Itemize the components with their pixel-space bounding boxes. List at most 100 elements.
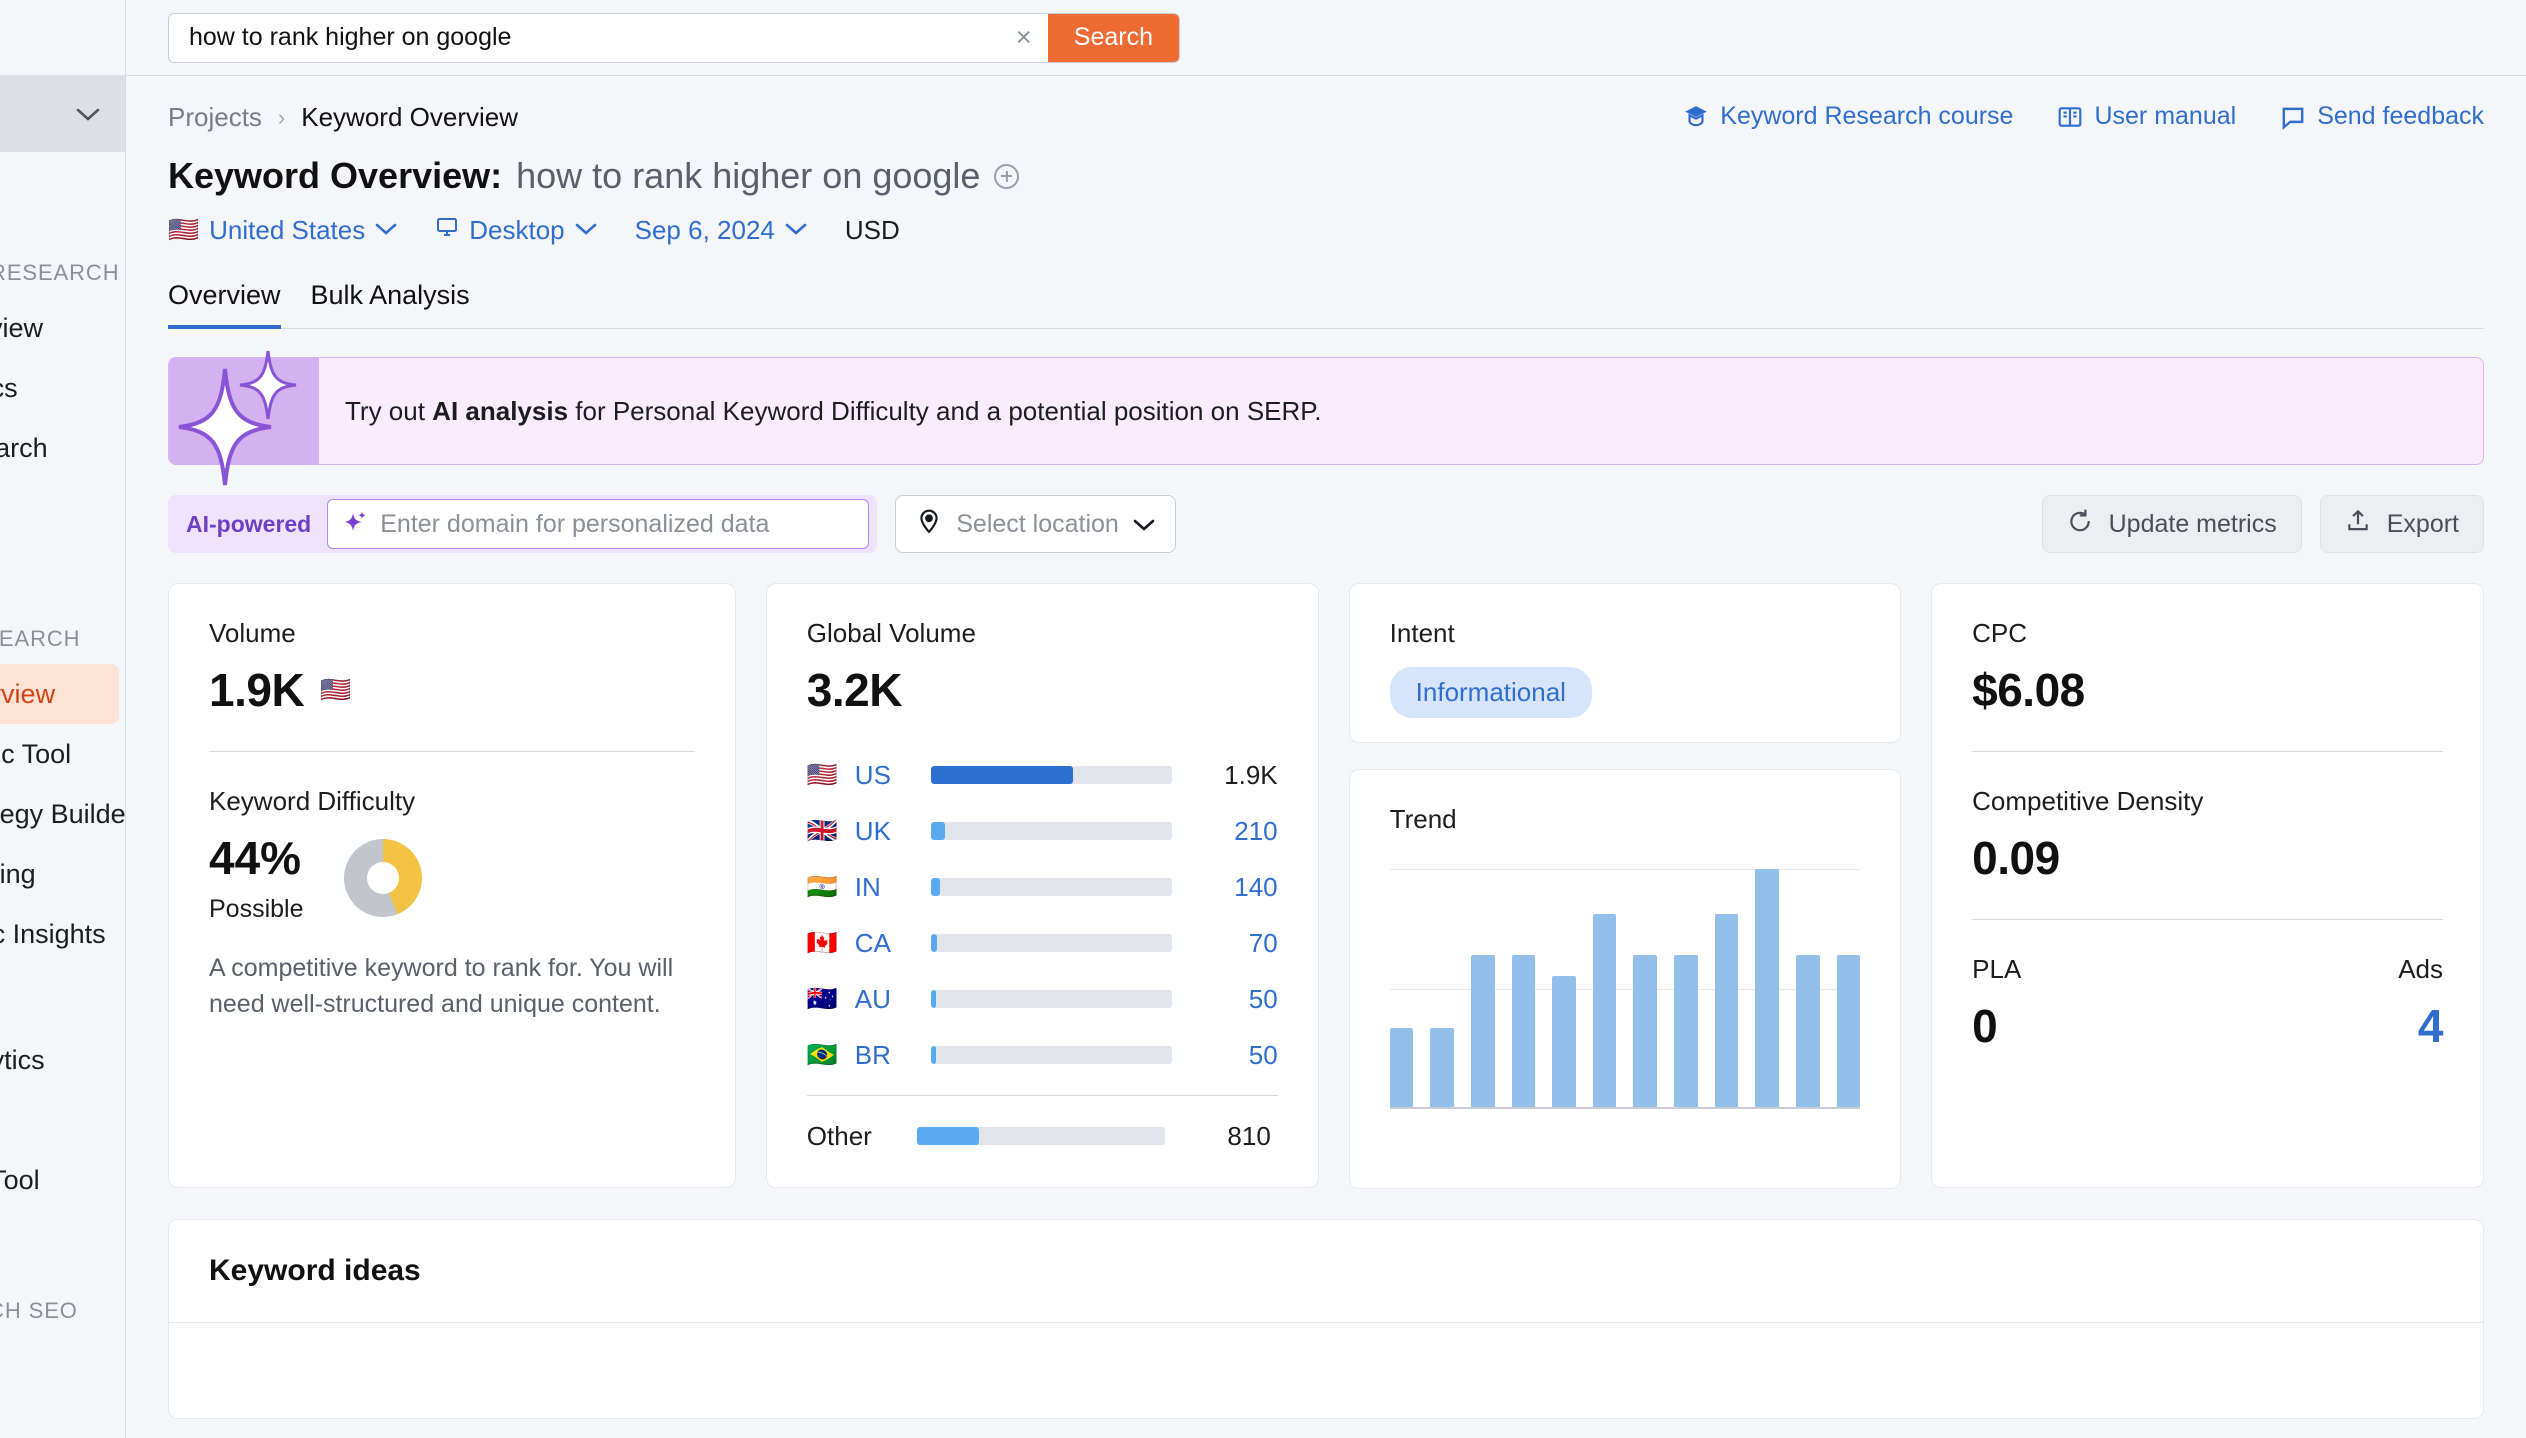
keyword-difficulty-state: Possible xyxy=(209,895,304,923)
chevron-down-icon xyxy=(75,101,101,127)
trend-bar xyxy=(1674,954,1698,1107)
us-flag-icon: 🇺🇸 xyxy=(320,675,352,704)
global-volume-row: 🇦🇺 AU 50 xyxy=(807,971,1278,1027)
user-manual-link[interactable]: User manual xyxy=(2057,102,2236,131)
ads-value[interactable]: 4 xyxy=(2398,999,2444,1053)
project-selector[interactable]: Select project xyxy=(0,76,125,152)
divider xyxy=(806,1095,1278,1096)
sidebar-item-keyword-magic-tool[interactable]: Keyword Magic Tool xyxy=(0,724,119,784)
search-box[interactable]: × Search xyxy=(168,12,1180,63)
country-volume-bar xyxy=(930,990,1172,1008)
country-flag-icon: 🇬🇧 xyxy=(806,816,838,845)
page-title: Keyword Overview: how to rank higher on … xyxy=(168,155,2484,197)
header-links: Keyword Research course User manual Send… xyxy=(1683,102,2484,131)
clear-search-icon[interactable]: × xyxy=(1000,22,1048,53)
update-metrics-button[interactable]: Update metrics xyxy=(2041,495,2302,553)
sidebar-item-keyword-strategy-builder[interactable]: Keyword Strategy Builder xyxy=(0,784,125,844)
tab-bulk-analysis[interactable]: Bulk Analysis xyxy=(311,280,470,329)
export-button[interactable]: Export xyxy=(2319,495,2484,553)
country-code-label[interactable]: IN xyxy=(855,872,917,903)
country-volume-value[interactable]: 50 xyxy=(1186,984,1278,1015)
breadcrumb: Projects › Keyword Overview xyxy=(168,102,518,133)
ai-analysis-banner[interactable]: Try out AI analysis for Personal Keyword… xyxy=(168,350,2484,486)
trend-label: Trend xyxy=(1389,804,1457,834)
sidebar-item-backlink-gap[interactable]: Backlink Gap xyxy=(0,538,119,598)
global-volume-value: 3.2K xyxy=(806,664,903,716)
sidebar-item-keyword-overview[interactable]: Keyword Overview xyxy=(0,664,119,724)
country-volume-value[interactable]: 70 xyxy=(1186,928,1278,959)
intent-trend-column: Intent Informational Trend xyxy=(1348,583,1902,1189)
breadcrumb-projects[interactable]: Projects xyxy=(168,102,262,133)
trend-bar xyxy=(1511,954,1536,1107)
sidebar-section-link-building: LINK BUILDING xyxy=(0,964,125,1030)
country-volume-value[interactable]: 50 xyxy=(1186,1040,1278,1071)
sidebar-item-domain-overview[interactable]: Domain Overview xyxy=(0,298,119,358)
country-flag-icon: 🇨🇦 xyxy=(806,928,838,957)
book-icon xyxy=(2057,104,2083,130)
country-flag-icon: 🇧🇷 xyxy=(806,1040,838,1069)
sparkle-icon xyxy=(344,510,368,539)
send-feedback-link[interactable]: Send feedback xyxy=(2280,102,2484,131)
date-filter[interactable]: Sep 6, 2024 xyxy=(635,215,807,246)
select-location-dropdown[interactable]: Select location xyxy=(895,495,1176,553)
global-volume-country-list: 🇺🇸 US 1.9K 🇬🇧 UK 210 🇮🇳 IN 140 🇨🇦 CA 70 🇦🇺 AU 50 🇧🇷 BR 50… xyxy=(806,747,1278,1164)
device-filter[interactable]: Desktop xyxy=(435,215,596,246)
sidebar-section-competitive-research: COMPETITIVE RESEARCH xyxy=(0,260,120,285)
country-volume-bar-fill xyxy=(930,766,1073,784)
ai-banner-text-after: for Personal Keyword Difficulty and a po… xyxy=(568,395,1322,426)
pla-label: PLA xyxy=(1972,954,2022,984)
keyword-difficulty-text: 44% Possible xyxy=(209,831,304,924)
domain-input[interactable]: Enter domain for personalized data xyxy=(327,499,870,549)
country-volume-bar-fill xyxy=(930,878,941,896)
keyword-research-course-link[interactable]: Keyword Research course xyxy=(1683,102,2013,131)
pla-value: 0 xyxy=(1972,1000,1998,1052)
sidebar-header: Projects xyxy=(0,0,125,76)
global-volume-other-row: Other 810 xyxy=(807,1108,1278,1164)
country-code-label[interactable]: BR xyxy=(855,1040,917,1071)
select-location-label: Select location xyxy=(956,509,1119,538)
ads-label: Ads xyxy=(2398,954,2443,984)
add-keyword-icon[interactable] xyxy=(994,163,1020,189)
country-code-label[interactable]: US xyxy=(855,760,917,791)
country-filter[interactable]: 🇺🇸 United States xyxy=(168,215,397,246)
sidebar-item-site-audit[interactable]: Site Audit xyxy=(0,1336,119,1396)
cpc-value: $6.08 xyxy=(1972,664,2085,716)
app-root: Projects Select project Dashboard COMPET… xyxy=(0,0,2526,1438)
global-volume-row: 🇬🇧 UK 210 xyxy=(807,803,1278,859)
trend-card: Trend xyxy=(1348,769,1902,1189)
export-label: Export xyxy=(2386,509,2459,538)
sidebar-item-traffic-analytics[interactable]: Traffic Analytics xyxy=(0,358,119,418)
graduation-cap-icon xyxy=(1683,104,1709,130)
country-volume-value[interactable]: 140 xyxy=(1186,872,1277,903)
sidebar-item-organic-traffic-insights[interactable]: Organic Traffic Insights xyxy=(0,904,119,964)
divider xyxy=(1972,919,2443,920)
trend-bars xyxy=(1389,869,1861,1107)
sidebar-item-label: Organic Traffic Insights xyxy=(0,918,106,949)
country-volume-value: 810 xyxy=(1227,1120,1271,1151)
ai-banner-text-bold: AI analysis xyxy=(432,395,569,426)
search-input[interactable] xyxy=(169,13,1000,62)
sidebar-item-label: Domain Overview xyxy=(0,312,44,343)
sidebar-item-bulk-analysis[interactable]: Bulk Analysis xyxy=(0,1210,119,1270)
sidebar-item-keyword-gap[interactable]: Keyword Gap xyxy=(0,478,119,538)
intent-badge[interactable]: Informational xyxy=(1389,667,1592,718)
search-bar: × Search xyxy=(126,0,2526,76)
sidebar-item-backlink-audit[interactable]: Backlink Audit xyxy=(0,1090,119,1150)
breadcrumb-current: Keyword Overview xyxy=(301,102,518,132)
sidebar-item-position-tracking[interactable]: Position Tracking xyxy=(0,844,119,904)
country-code-label[interactable]: UK xyxy=(855,816,917,847)
country-code-label[interactable]: AU xyxy=(855,984,917,1015)
tab-overview[interactable]: Overview xyxy=(168,280,281,329)
sidebar-item-backlink-analytics[interactable]: Backlink Analytics xyxy=(0,1030,119,1090)
sidebar-item-dashboard[interactable]: Dashboard xyxy=(0,172,119,232)
sidebar-item-label: Link Building Tool xyxy=(0,1164,40,1195)
sidebar-item-label: Organic Research xyxy=(0,432,48,463)
country-volume-bar xyxy=(930,1046,1172,1064)
sidebar-item-organic-research[interactable]: Organic Research xyxy=(0,418,119,478)
divider xyxy=(1972,751,2443,752)
country-volume-bar xyxy=(930,934,1172,952)
country-code-label[interactable]: CA xyxy=(855,928,917,959)
search-button[interactable]: Search xyxy=(1047,13,1179,62)
sidebar-item-link-building-tool[interactable]: Link Building Tool xyxy=(0,1150,119,1210)
country-volume-value[interactable]: 210 xyxy=(1186,816,1277,847)
